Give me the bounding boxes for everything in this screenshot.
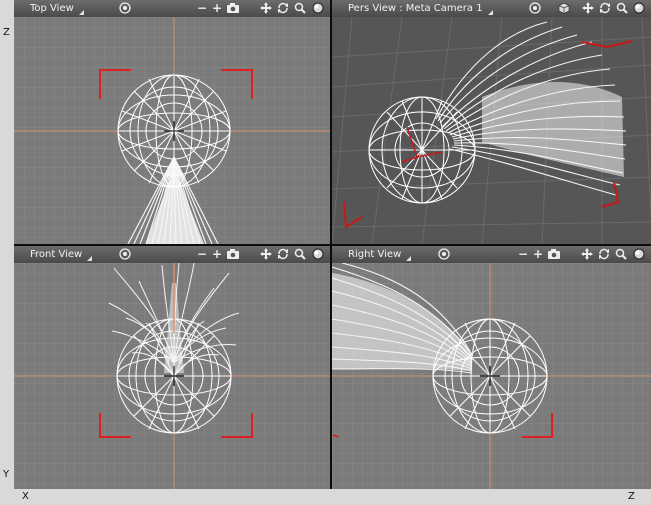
- viewport-canvas[interactable]: [332, 263, 651, 489]
- zoom-in-icon[interactable]: +: [210, 1, 224, 16]
- target-icon[interactable]: [118, 1, 132, 16]
- viewport-toolbar: Front View − +: [14, 246, 330, 264]
- viewport-toolbar: Pers View : Meta Camera 1: [332, 0, 651, 18]
- viewport-title: Top View: [30, 3, 74, 14]
- viewport-canvas[interactable]: [14, 17, 330, 244]
- viewport-toolbar: Right View − +: [332, 246, 651, 264]
- shading-sphere-icon[interactable]: [632, 1, 646, 16]
- move-icon[interactable]: [259, 1, 273, 16]
- camera-icon[interactable]: [547, 247, 561, 262]
- viewport-view-selector[interactable]: Right View: [348, 247, 413, 262]
- axis-label-x: X: [22, 491, 29, 502]
- rotate-icon[interactable]: [598, 1, 612, 16]
- zoom-out-icon[interactable]: −: [516, 247, 530, 262]
- rotate-icon[interactable]: [597, 247, 611, 262]
- target-icon[interactable]: [118, 247, 132, 262]
- viewport-right[interactable]: Right View − +: [332, 246, 651, 489]
- shading-sphere-icon[interactable]: [632, 247, 646, 262]
- viewport-view-selector[interactable]: Pers View : Meta Camera 1: [348, 1, 495, 16]
- viewport-canvas[interactable]: [332, 17, 651, 244]
- viewport-title: Right View: [348, 249, 402, 260]
- viewport-divider-horizontal[interactable]: [14, 244, 651, 246]
- cube-icon[interactable]: [557, 1, 571, 16]
- rotate-icon[interactable]: [276, 1, 290, 16]
- move-icon[interactable]: [580, 247, 594, 262]
- viewport-canvas[interactable]: [14, 263, 330, 489]
- target-icon[interactable]: [528, 1, 542, 16]
- zoom-in-icon[interactable]: +: [531, 247, 545, 262]
- dropdown-corner-icon: [406, 256, 412, 261]
- dropdown-corner-icon: [487, 10, 493, 15]
- magnify-icon[interactable]: [293, 247, 307, 262]
- modeler-workspace: Z Y X Z Top View − + Pers View: Meta Ca…: [0, 0, 651, 505]
- zoom-out-icon[interactable]: −: [195, 1, 209, 16]
- dropdown-corner-icon: [78, 10, 84, 15]
- move-icon[interactable]: [259, 247, 273, 262]
- magnify-icon[interactable]: [293, 1, 307, 16]
- camera-icon[interactable]: [226, 1, 240, 16]
- axis-label-z-top: Z: [3, 27, 10, 38]
- viewport-view-selector[interactable]: Top View: [30, 1, 86, 16]
- shading-sphere-icon[interactable]: [311, 247, 325, 262]
- move-icon[interactable]: [581, 1, 595, 16]
- shading-sphere-icon[interactable]: [311, 1, 325, 16]
- dropdown-corner-icon: [87, 256, 93, 261]
- magnify-icon[interactable]: [614, 247, 628, 262]
- target-icon[interactable]: [437, 247, 451, 262]
- viewport-view-selector[interactable]: Front View: [30, 247, 94, 262]
- left-ruler: [0, 0, 14, 505]
- magnify-icon[interactable]: [615, 1, 629, 16]
- viewport-toolbar: Top View − +: [14, 0, 330, 18]
- axis-label-z-bottom: Z: [628, 491, 635, 502]
- rotate-icon[interactable]: [276, 247, 290, 262]
- viewport-title: Pers View : Meta Camera 1: [348, 3, 483, 14]
- axis-label-y: Y: [3, 469, 10, 480]
- zoom-out-icon[interactable]: −: [195, 247, 209, 262]
- camera-icon[interactable]: [226, 247, 240, 262]
- viewport-top[interactable]: Top View − +: [14, 0, 330, 244]
- viewport-perspective[interactable]: Pers View : Meta Camera 1: [332, 0, 651, 244]
- viewport-title: Front View: [30, 249, 83, 260]
- zoom-in-icon[interactable]: +: [210, 247, 224, 262]
- bottom-ruler: [0, 489, 651, 505]
- viewport-front[interactable]: Front View − +: [14, 246, 330, 489]
